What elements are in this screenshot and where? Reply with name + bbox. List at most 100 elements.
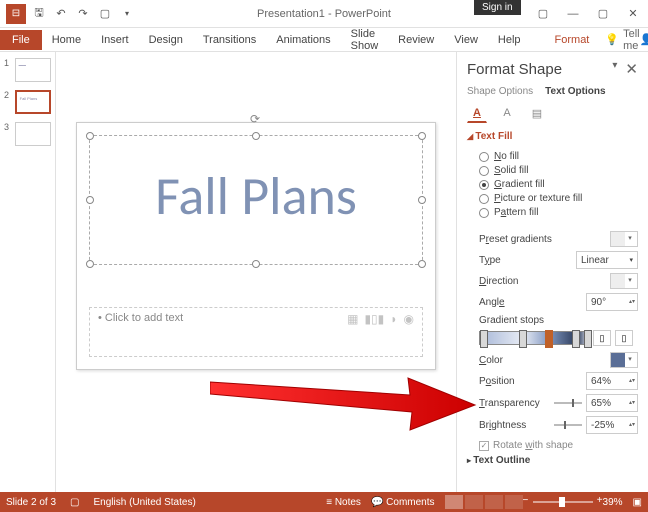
- start-icon[interactable]: ▢: [96, 5, 114, 23]
- tab-format[interactable]: Format: [545, 30, 600, 50]
- resize-handle[interactable]: [252, 260, 260, 268]
- angle-spinner[interactable]: 90°: [586, 293, 638, 311]
- zoom-slider[interactable]: [533, 501, 593, 503]
- table-icon[interactable]: ▦: [347, 312, 358, 326]
- zoom-value[interactable]: 39%: [603, 497, 623, 508]
- gradient-stop-active[interactable]: [545, 330, 553, 348]
- transparency-slider[interactable]: [554, 402, 582, 404]
- slide-canvas[interactable]: ⟳ Fall Plans • Click to add text ▦ ▮▯▮ ◗…: [56, 52, 456, 492]
- save-icon[interactable]: 🖫: [30, 5, 48, 23]
- brightness-spinner[interactable]: -25%: [586, 416, 638, 434]
- tell-me[interactable]: 💡 Tell me: [605, 28, 639, 52]
- direction-button[interactable]: ▾: [610, 273, 638, 289]
- tab-file[interactable]: File: [0, 30, 42, 50]
- close-icon[interactable]: ✕: [618, 2, 648, 26]
- radio-pattern-fill[interactable]: Pattern fill: [479, 207, 638, 218]
- slide-thumbnails: 1 ━━━ 2 Fall Plans 3: [0, 52, 56, 492]
- tab-slideshow[interactable]: Slide Show: [341, 24, 389, 56]
- brightness-label: Brightness: [479, 420, 554, 431]
- transparency-row: Transparency 65%: [479, 394, 638, 412]
- radio-gradient-fill[interactable]: Gradient fill: [479, 179, 638, 190]
- radio-no-fill[interactable]: No fill: [479, 151, 638, 162]
- gradient-stop[interactable]: [480, 330, 488, 348]
- angle-label: Angle: [479, 297, 586, 308]
- slide: ⟳ Fall Plans • Click to add text ▦ ▮▯▮ ◗…: [76, 122, 436, 370]
- fit-window-icon[interactable]: ▣: [633, 497, 642, 508]
- gradient-bar[interactable]: [479, 331, 589, 345]
- resize-handle[interactable]: [86, 260, 94, 268]
- gradient-stop[interactable]: [519, 330, 527, 348]
- sorter-view-icon[interactable]: [465, 495, 483, 509]
- add-stop-button[interactable]: ▯: [593, 330, 611, 346]
- fill-options: No fill Solid fill Gradient fill Picture…: [467, 146, 638, 227]
- chart-icon[interactable]: ▮▯▮: [364, 312, 384, 326]
- position-row: Position 64%: [479, 372, 638, 390]
- color-button[interactable]: ▾: [610, 352, 638, 368]
- section-text-fill[interactable]: Text Fill: [467, 131, 638, 142]
- signin-badge[interactable]: Sign in: [474, 0, 521, 15]
- text-effects-icon[interactable]: A: [497, 103, 517, 123]
- textbox-icon[interactable]: ▤: [527, 103, 547, 123]
- section-text-outline[interactable]: Text Outline: [467, 455, 638, 466]
- smartart-icon[interactable]: ◗: [390, 312, 397, 326]
- preset-gradients-button[interactable]: ▾: [610, 231, 638, 247]
- content-insert-icons: ▦ ▮▯▮ ◗ ◉: [347, 312, 414, 326]
- undo-icon[interactable]: ↶: [52, 5, 70, 23]
- resize-handle[interactable]: [418, 260, 426, 268]
- tab-insert[interactable]: Insert: [91, 30, 139, 50]
- object-icon[interactable]: ◉: [404, 312, 414, 326]
- tab-shape-options[interactable]: Shape Options: [467, 86, 533, 97]
- text-fill-outline-icon[interactable]: A: [467, 103, 487, 123]
- reading-view-icon[interactable]: [485, 495, 503, 509]
- normal-view-icon[interactable]: [445, 495, 463, 509]
- status-spellcheck-icon[interactable]: ▢: [70, 497, 79, 508]
- autosave-icon[interactable]: ⊟: [6, 4, 26, 24]
- thumbnail-1[interactable]: ━━━: [15, 58, 51, 82]
- status-slide[interactable]: Slide 2 of 3: [6, 497, 56, 508]
- tab-review[interactable]: Review: [388, 30, 444, 50]
- pane-close-icon[interactable]: ✕: [625, 60, 638, 78]
- tab-design[interactable]: Design: [139, 30, 193, 50]
- remove-stop-button[interactable]: ▯: [615, 330, 633, 346]
- minimize-icon[interactable]: —: [558, 2, 588, 26]
- rotate-handle-icon[interactable]: ⟳: [250, 112, 260, 126]
- brightness-row: Brightness -25%: [479, 416, 638, 434]
- comments-button[interactable]: 💬 Comments: [371, 497, 435, 508]
- radio-solid-fill[interactable]: Solid fill: [479, 165, 638, 176]
- tab-animations[interactable]: Animations: [266, 30, 340, 50]
- type-combo[interactable]: Linear▾: [576, 251, 638, 269]
- ribbon-options-icon[interactable]: ▢: [528, 2, 558, 26]
- content-placeholder[interactable]: • Click to add text ▦ ▮▯▮ ◗ ◉: [89, 307, 423, 357]
- slideshow-view-icon[interactable]: [505, 495, 523, 509]
- gradient-stop[interactable]: [572, 330, 580, 348]
- thumbnail-2[interactable]: Fall Plans: [15, 90, 51, 114]
- radio-picture-fill[interactable]: Picture or texture fill: [479, 193, 638, 204]
- status-language[interactable]: English (United States): [94, 497, 196, 508]
- position-spinner[interactable]: 64%: [586, 372, 638, 390]
- main-area: 1 ━━━ 2 Fall Plans 3 ⟳ Fall Plans: [0, 52, 648, 492]
- content-placeholder-text: • Click to add text: [98, 312, 183, 324]
- tab-text-options[interactable]: Text Options: [545, 86, 605, 97]
- notes-button[interactable]: ≡ Notes: [326, 497, 361, 508]
- type-row: Type Linear▾: [479, 251, 638, 269]
- brightness-slider[interactable]: [554, 424, 582, 426]
- share-button[interactable]: 👤 Share: [640, 33, 648, 46]
- qat-more-icon[interactable]: ▾: [118, 5, 136, 23]
- preset-gradients-row: Preset gradients ▾: [479, 231, 638, 247]
- tab-transitions[interactable]: Transitions: [193, 30, 266, 50]
- thumbnail-3[interactable]: [15, 122, 51, 146]
- transparency-label: Transparency: [479, 398, 554, 409]
- tab-home[interactable]: Home: [42, 30, 91, 50]
- maximize-icon[interactable]: ▢: [588, 2, 618, 26]
- rotate-with-shape[interactable]: ✓Rotate with shape: [479, 440, 638, 451]
- pane-menu-icon[interactable]: ▾: [612, 60, 617, 78]
- format-shape-pane: Format Shape ▾ ✕ Shape Options Text Opti…: [456, 52, 648, 492]
- transparency-spinner[interactable]: 65%: [586, 394, 638, 412]
- gradient-stop[interactable]: [584, 330, 592, 348]
- tab-help[interactable]: Help: [488, 30, 531, 50]
- title-text[interactable]: Fall Plans: [90, 136, 422, 256]
- title-textbox[interactable]: ⟳ Fall Plans: [89, 135, 423, 265]
- tab-view[interactable]: View: [444, 30, 488, 50]
- redo-icon[interactable]: ↷: [74, 5, 92, 23]
- direction-row: Direction ▾: [479, 273, 638, 289]
